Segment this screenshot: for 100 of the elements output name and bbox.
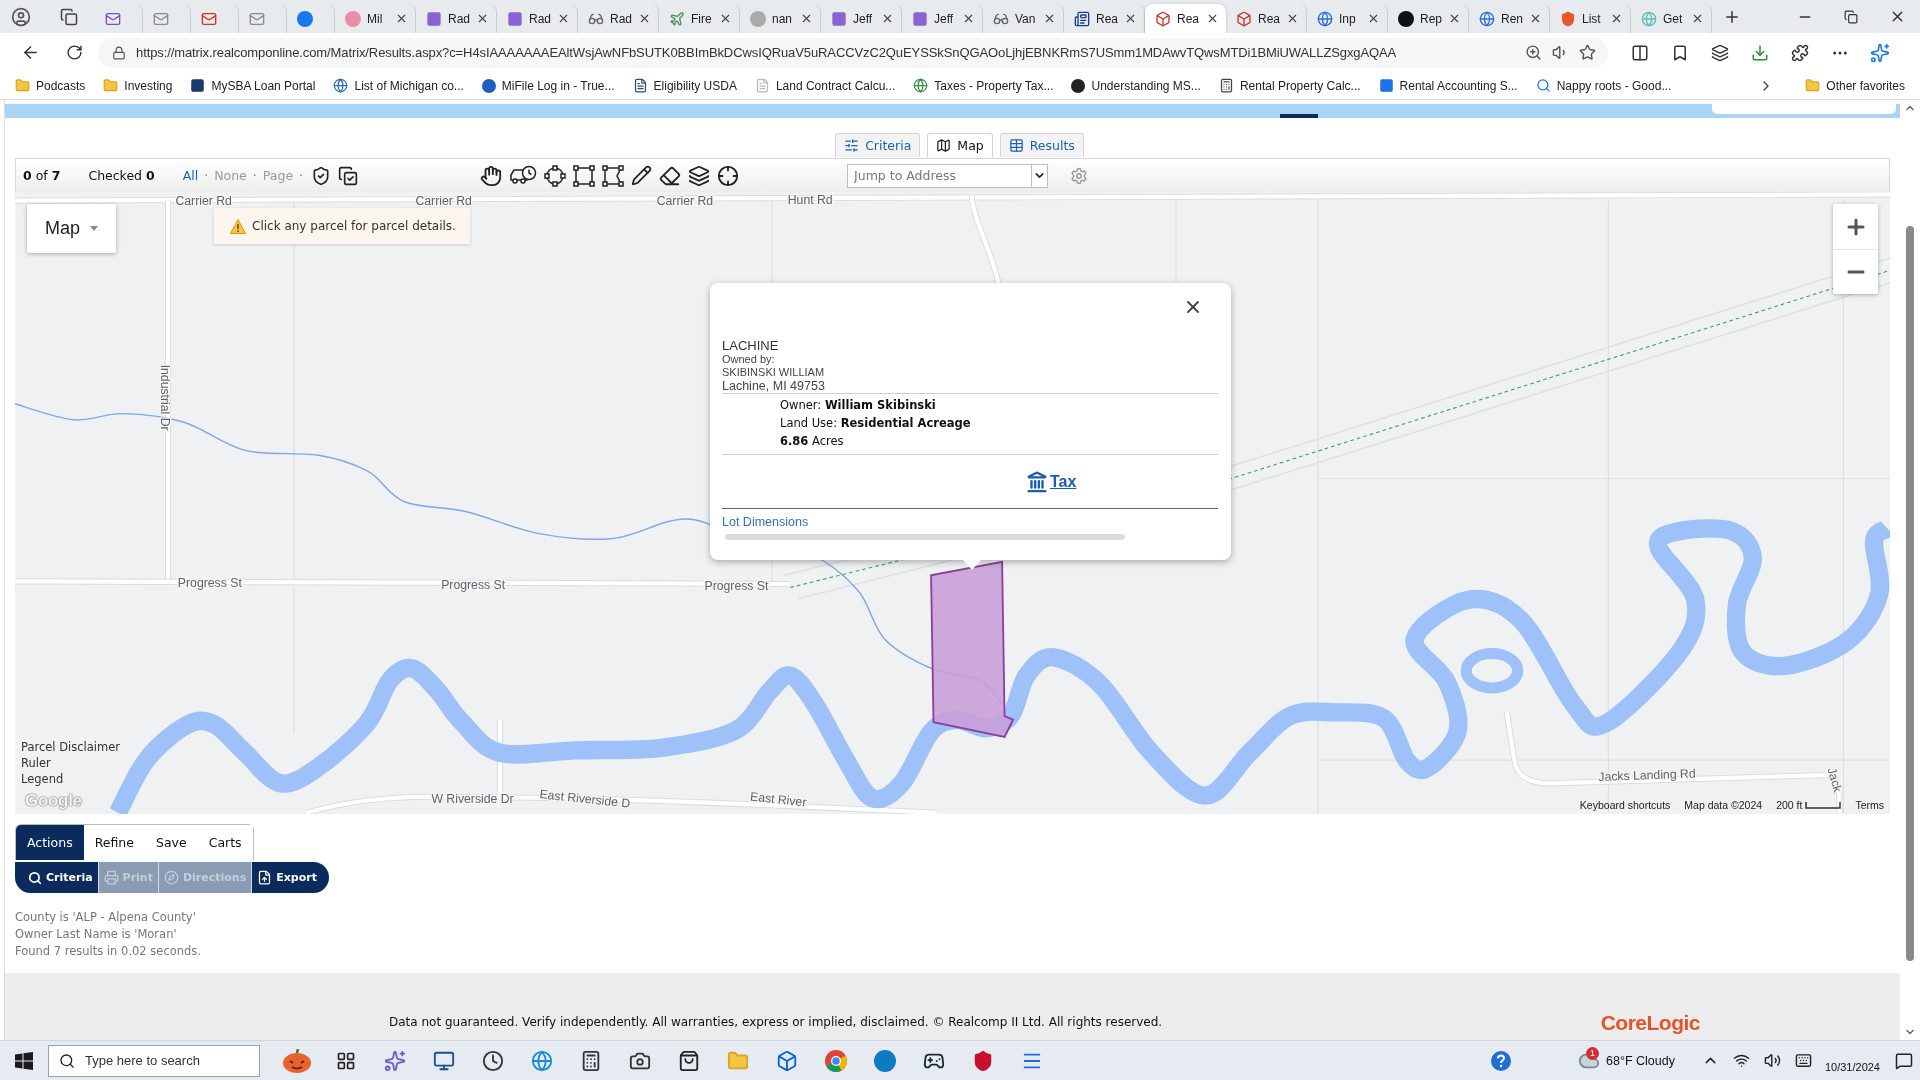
road-label: East Riverside D <box>538 787 631 811</box>
favorites-icon[interactable] <box>1671 43 1689 62</box>
bookmark-item[interactable]: Rental Property Calc... <box>1211 76 1368 95</box>
close-icon[interactable] <box>1691 12 1704 25</box>
box-icon[interactable] <box>775 1049 798 1072</box>
task-view-icon[interactable] <box>335 1050 356 1071</box>
close-icon[interactable] <box>1043 12 1056 25</box>
monitor-icon[interactable] <box>432 1049 455 1072</box>
profile-icon[interactable] <box>11 6 31 27</box>
windows-icon[interactable] <box>15 1051 33 1070</box>
bookmark-item[interactable]: MySBA Loan Portal <box>183 76 323 95</box>
lot-dimensions-link[interactable]: Lot Dimensions <box>722 515 809 529</box>
bookmark-item[interactable]: Taxes - Property Tax... <box>906 76 1061 95</box>
car-clock-icon[interactable] <box>509 164 538 187</box>
terms-link[interactable]: Terms <box>1855 799 1884 811</box>
star-icon[interactable] <box>1579 44 1596 61</box>
polygon-select-icon[interactable] <box>602 164 625 187</box>
jump-to-address-field[interactable]: Jump to Address <box>847 163 1032 188</box>
double-check-icon[interactable] <box>338 165 359 186</box>
restore-icon[interactable] <box>1844 9 1858 24</box>
pencil-icon[interactable] <box>631 165 653 186</box>
globe-icon[interactable] <box>530 1049 553 1072</box>
speaker-icon[interactable] <box>1763 1052 1781 1069</box>
sparkles-icon[interactable] <box>1870 42 1890 63</box>
zoom-icon[interactable] <box>1525 44 1542 61</box>
bookmark-item[interactable]: Understanding MS... <box>1064 76 1208 95</box>
close-icon[interactable] <box>638 12 651 25</box>
disc-icon[interactable] <box>873 1049 896 1072</box>
close-icon[interactable] <box>557 12 570 25</box>
scrollbar-thumb[interactable] <box>1906 226 1914 961</box>
wifi-icon[interactable] <box>1732 1052 1750 1069</box>
globe-icon <box>1317 10 1333 27</box>
crosshair-icon[interactable] <box>717 164 740 187</box>
close-icon[interactable] <box>719 12 732 25</box>
map-link[interactable]: Legend <box>21 772 120 786</box>
dropdown-button[interactable] <box>1031 163 1049 188</box>
bookmark-item[interactable]: Eligibility USDA <box>625 76 744 95</box>
refresh-icon[interactable] <box>65 44 83 61</box>
bookmark-item[interactable]: Land Contract Calcu... <box>747 76 903 95</box>
bookmark-folder[interactable]: Other favorites <box>1798 76 1912 95</box>
workspaces-icon[interactable] <box>59 7 78 26</box>
extensions-icon[interactable] <box>1791 43 1809 62</box>
close-icon[interactable] <box>962 12 975 25</box>
keyboard-shortcuts-link[interactable]: Keyboard shortcuts <box>1579 799 1671 811</box>
hand-pointer-icon[interactable] <box>480 164 503 187</box>
parcel-shape[interactable] <box>930 560 1015 738</box>
view-tab[interactable]: Criteria <box>835 133 921 157</box>
eraser-icon[interactable] <box>659 164 682 187</box>
scrollbar-thumb[interactable] <box>725 534 1125 540</box>
action-tab[interactable]: Actions <box>16 825 84 860</box>
close-icon[interactable] <box>476 12 489 25</box>
close-icon[interactable] <box>1610 12 1623 25</box>
table-icon <box>1008 138 1024 153</box>
search-field[interactable]: Type here to search <box>48 1044 260 1077</box>
action-button[interactable]: Criteria <box>15 862 99 893</box>
map-link[interactable]: Parcel Disclaimer <box>21 740 120 754</box>
lock-icon[interactable] <box>112 45 126 60</box>
bookmark-item[interactable]: Rental Accounting S... <box>1371 76 1525 95</box>
tax-link[interactable]: Tax <box>1026 470 1077 493</box>
pumpkin-icon[interactable] <box>281 1048 312 1073</box>
select-link[interactable]: All <box>182 168 199 183</box>
sparkles-icon[interactable] <box>383 1049 406 1072</box>
bookmark-item[interactable]: MiFile Log in - True... <box>474 76 622 95</box>
split-screen-icon[interactable] <box>1631 43 1649 62</box>
bookmark-item[interactable]: Nappy roots - Good... <box>1528 76 1679 95</box>
clock-icon[interactable] <box>481 1049 504 1072</box>
map-link[interactable]: Ruler <box>21 756 120 770</box>
close-icon[interactable] <box>1367 12 1380 25</box>
download-icon[interactable] <box>1751 43 1769 62</box>
rectangle-select-icon[interactable] <box>573 164 596 187</box>
settings-icon[interactable] <box>1070 166 1089 185</box>
map-type-dropdown[interactable]: Map <box>27 204 116 253</box>
close-icon[interactable] <box>881 12 894 25</box>
close-icon[interactable] <box>800 12 813 25</box>
close-icon[interactable] <box>1529 12 1542 25</box>
close-icon[interactable] <box>1206 12 1219 25</box>
weather-widget[interactable]: 1 68°F Cloudy <box>1568 1040 1685 1080</box>
browser-logo-icon[interactable] <box>824 1049 847 1072</box>
notification-badge: 1 <box>1586 1046 1599 1060</box>
close-icon[interactable] <box>1448 12 1461 25</box>
notification-icon[interactable] <box>1895 1051 1913 1070</box>
action-button[interactable]: Export <box>252 862 329 893</box>
help-icon[interactable] <box>1491 1050 1511 1071</box>
keyboard-icon[interactable] <box>1794 1052 1812 1069</box>
bookmark-item[interactable]: List of Michigan co... <box>326 76 471 95</box>
close-icon[interactable] <box>395 12 408 25</box>
bookmark-folder[interactable]: Podcasts <box>8 76 93 95</box>
shopping-bag-icon[interactable] <box>677 1049 700 1072</box>
circle-select-icon[interactable] <box>544 164 567 187</box>
shield-check-icon[interactable] <box>311 165 332 186</box>
collections-icon[interactable] <box>1711 43 1729 62</box>
bookmark-folder[interactable]: Investing <box>96 76 180 95</box>
view-tab[interactable]: Map <box>927 133 993 157</box>
browser-tab[interactable]: Rea <box>1145 4 1226 33</box>
view-tab[interactable]: Results <box>999 133 1084 157</box>
layers-icon[interactable] <box>688 164 711 187</box>
address-field[interactable]: https://matrix.realcomponline.com/Matrix/Results.aspx?c=H4sIAAAAAAAEAltWsjAwNFbSUTK0BBImBkDCwsIQRuaV5uRACCVzC2QuEYSSkSnQGAOoLjhjEBNKRmS7USmm1MDAwvTQwsMTDi1BMiUWALLZSgxgAQAA <box>98 37 1608 68</box>
calculator-icon <box>1218 78 1234 93</box>
close-icon[interactable] <box>1124 12 1137 25</box>
close-icon[interactable] <box>1286 12 1299 25</box>
